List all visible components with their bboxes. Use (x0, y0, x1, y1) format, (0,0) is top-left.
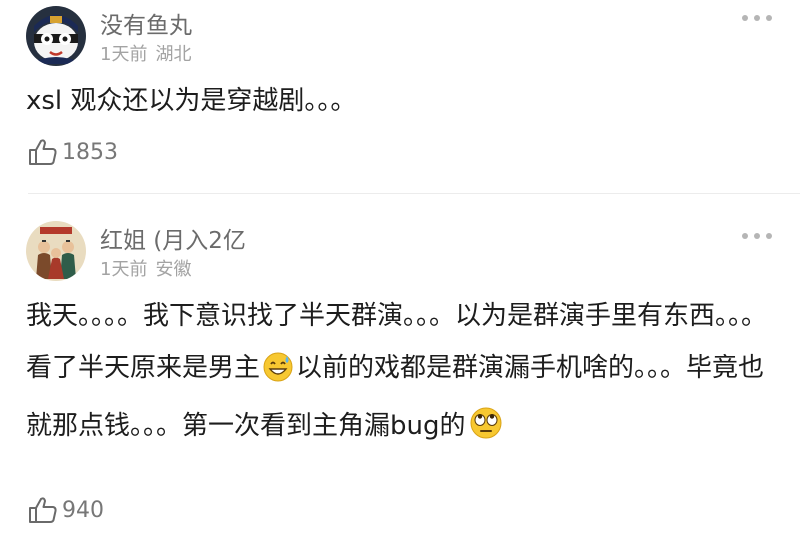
like-button[interactable]: 940 (28, 496, 104, 524)
avatar[interactable] (26, 221, 86, 281)
comment-meta: 1天前 湖北 (100, 40, 191, 66)
more-options-icon[interactable] (742, 230, 772, 242)
comment-text: 我天。。。。我下意识找了半天群演。。。以为是群演手里有东西。。。看了半天原来是男… (26, 290, 770, 458)
comment-location: 安徽 (155, 259, 192, 280)
eye-roll-emoji (469, 406, 503, 458)
comment-time: 1天前 (100, 44, 148, 65)
comment-text: xsl 观众还以为是穿越剧。。。 (26, 86, 357, 116)
like-button[interactable]: 1853 (28, 138, 118, 166)
comment-time: 1天前 (100, 259, 148, 280)
comment-meta: 1天前 安徽 (100, 255, 191, 281)
username[interactable]: 红姐 (月入2亿 (100, 221, 246, 255)
username[interactable]: 没有鱼丸 (100, 6, 192, 40)
like-count: 940 (62, 497, 104, 523)
comment-item: 红姐 (月入2亿 1天前 安徽 我天。。。。我下意识找了半天群演。。。以为是群演手… (0, 194, 800, 551)
like-count: 1853 (62, 139, 118, 165)
thumbs-up-icon (29, 139, 57, 165)
thumbs-up-icon (29, 497, 57, 523)
avatar[interactable] (26, 6, 86, 66)
more-options-icon[interactable] (742, 12, 772, 24)
comment-item: 没有鱼丸 1天前 湖北 xsl 观众还以为是穿越剧。。。 1853 (0, 0, 800, 194)
comment-location: 湖北 (155, 44, 192, 65)
grinning-sweat-emoji (263, 348, 293, 400)
